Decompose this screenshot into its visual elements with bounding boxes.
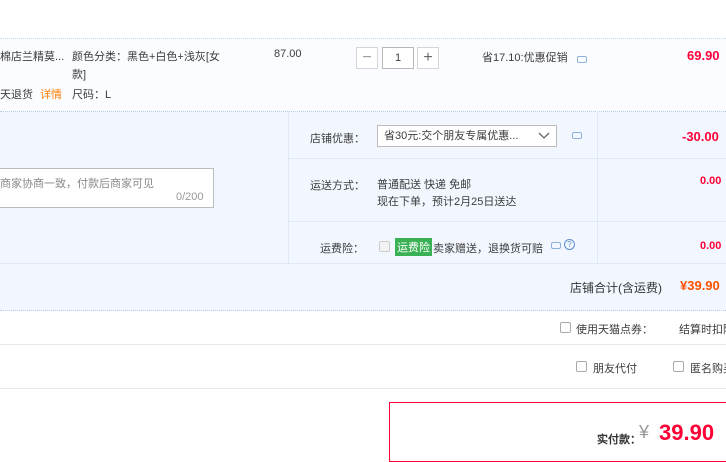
comment-icon[interactable] [551, 242, 561, 249]
divider [289, 221, 726, 222]
insurance-checkbox [379, 241, 390, 252]
shop-total-amount: ¥39.90 [680, 278, 720, 293]
unit-price: 87.00 [274, 48, 302, 60]
sku-color-line2: 款] [72, 69, 87, 81]
divider [288, 111, 289, 263]
message-counter: 0/200 [176, 191, 204, 203]
promo-text: 省17.10:优惠促销 [482, 52, 568, 64]
anonymous-checkbox[interactable] [673, 361, 684, 372]
shipping-label: 运送方式： [310, 180, 365, 192]
payment-currency: ¥ [639, 422, 650, 442]
insurance-amount: 0.00 [700, 240, 722, 252]
shipping-estimate: 现在下单，预计2月25日送达 [377, 196, 517, 208]
shipping-method: 普通配送 快递 免邮 [377, 179, 472, 191]
insurance-label: 运费险： [320, 243, 364, 255]
quantity-decrease-button[interactable]: − [356, 47, 378, 69]
friend-pay-label: 朋友代付 [593, 363, 637, 375]
shop-discount-select[interactable]: 省30元:交个朋友专属优惠... [377, 125, 557, 147]
friend-pay-checkbox[interactable] [576, 361, 587, 372]
sku-color-line1: 颜色分类：黑色+白色+浅灰[女 [72, 51, 220, 63]
tmall-points-checkbox[interactable] [560, 322, 571, 333]
item-title[interactable]: 棉店兰精莫... [0, 48, 64, 64]
divider [597, 111, 598, 263]
divider [289, 158, 726, 159]
comment-icon[interactable] [577, 56, 587, 63]
divider [0, 263, 726, 264]
item-subtotal: 69.90 [687, 48, 720, 63]
payment-amount: 39.90 [659, 420, 715, 445]
divider [0, 344, 726, 345]
shop-discount-selected: 省30元:交个朋友专属优惠... [384, 130, 519, 142]
shop-discount-label: 店铺优惠： [310, 133, 365, 145]
tmall-points-note: 结算时扣除 [679, 324, 726, 336]
comment-icon[interactable] [572, 132, 582, 139]
quantity-increase-button[interactable]: + [417, 47, 439, 69]
insurance-text: 卖家赠送，退换货可赔 [433, 243, 543, 255]
help-icon[interactable]: ? [564, 239, 575, 250]
insurance-badge: 运费险 [395, 238, 432, 256]
anonymous-label: 匿名购买 [690, 363, 726, 375]
chevron-down-icon [538, 132, 550, 139]
sku-size: 尺码：L [72, 89, 112, 101]
message-placeholder: 商家协商一致，付款后商家可见 [0, 178, 154, 190]
return-policy-text: 天退货 [0, 89, 33, 101]
return-policy: 天退货 详情 [0, 86, 62, 102]
divider [0, 388, 726, 389]
payment-label: 实付款： [597, 434, 641, 446]
shop-total-label: 店铺合计(含运费) [570, 281, 662, 295]
shipping-amount: 0.00 [700, 175, 722, 187]
shop-discount-amount: -30.00 [682, 129, 719, 144]
details-link[interactable]: 详情 [40, 89, 62, 101]
quantity-input[interactable]: 1 [382, 47, 414, 69]
tmall-points-label: 使用天猫点券： [576, 324, 653, 336]
